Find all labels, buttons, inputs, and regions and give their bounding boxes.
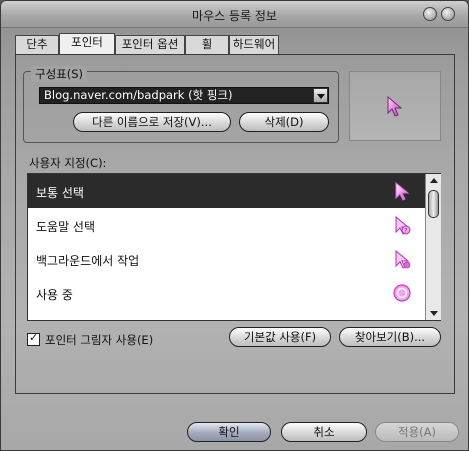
chevron-down-icon[interactable] <box>313 88 328 103</box>
pointer-shadow-label: 포인터 그림자 사용(E) <box>45 333 154 347</box>
cursor-list[interactable]: 보통 선택 도움말 선택 ? 백그라운드에서 작업 사용 중 <box>27 173 441 321</box>
customize-label: 사용자 지정(C): <box>29 156 107 170</box>
tab-hardware[interactable]: 하드웨어 <box>229 35 279 54</box>
tab-wheel[interactable]: 휠 <box>185 35 229 54</box>
browse-button[interactable]: 찾아보기(B)... <box>339 327 441 347</box>
scroll-up-icon[interactable] <box>426 174 441 186</box>
close-button[interactable] <box>441 7 455 21</box>
list-item-label: 사용 중 <box>36 288 73 302</box>
list-item-busy[interactable]: 사용 중 <box>28 276 426 310</box>
scheme-group-label: 구성표(S) <box>31 66 88 82</box>
tab-pointer-options[interactable]: 포인터 옵션 <box>115 35 185 54</box>
minimize-button[interactable] <box>423 7 437 21</box>
scheme-dropdown[interactable]: Blog.naver.com/badpark (핫 핑크) <box>39 87 329 104</box>
list-item-label: 백그라운드에서 작업 <box>36 254 140 268</box>
mouse-properties-window: 마우스 등록 정보 단추 포인터 포인터 옵션 휠 하드웨어 구성표(S) Bl… <box>0 0 469 451</box>
arrow-cursor-preview-icon <box>387 96 403 117</box>
svg-text:?: ? <box>404 228 407 235</box>
working-in-background-cursor-icon <box>395 249 411 269</box>
arrow-cursor-icon <box>395 181 410 201</box>
busy-cursor-icon <box>393 284 411 302</box>
apply-button[interactable]: 적용(A) <box>375 422 459 442</box>
cursor-preview <box>349 71 441 141</box>
tab-pointers[interactable]: 포인터 <box>59 33 115 54</box>
scroll-thumb[interactable] <box>428 190 439 218</box>
list-item-working-in-background[interactable]: 백그라운드에서 작업 <box>28 242 426 276</box>
scroll-down-icon[interactable] <box>426 308 441 320</box>
save-as-button[interactable]: 다른 이름으로 저장(V)... <box>73 112 231 132</box>
pointer-shadow-checkbox[interactable] <box>27 331 40 346</box>
list-item-help-select[interactable]: 도움말 선택 ? <box>28 208 426 242</box>
delete-button[interactable]: 삭제(D) <box>239 112 329 132</box>
tab-buttons[interactable]: 단추 <box>15 35 59 54</box>
ok-button[interactable]: 확인 <box>187 422 271 442</box>
use-default-button[interactable]: 기본값 사용(F) <box>229 327 331 347</box>
list-item-label: 보통 선택 <box>36 186 84 200</box>
list-item-label: 도움말 선택 <box>36 220 96 234</box>
list-item-normal-select[interactable]: 보통 선택 <box>28 174 426 208</box>
help-cursor-icon: ? <box>395 215 411 235</box>
cursor-list-scrollbar[interactable] <box>425 174 441 320</box>
cancel-button[interactable]: 취소 <box>281 422 367 442</box>
window-title: 마우스 등록 정보 <box>192 9 277 23</box>
title-bar[interactable]: 마우스 등록 정보 <box>1 1 468 28</box>
